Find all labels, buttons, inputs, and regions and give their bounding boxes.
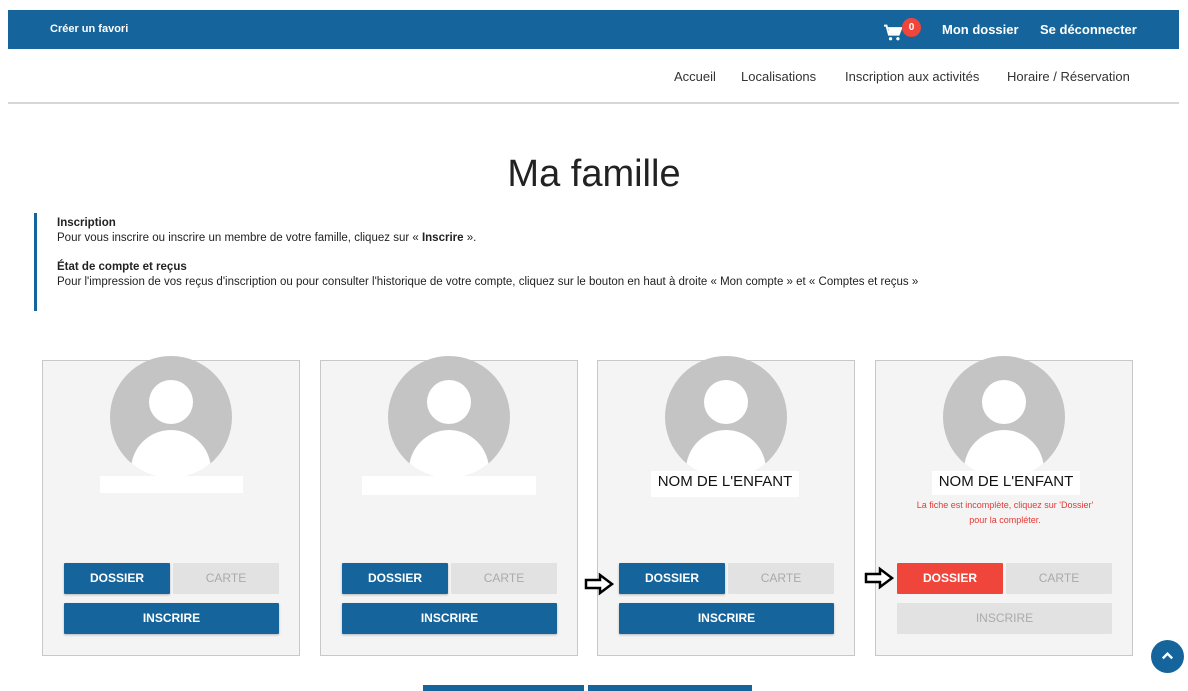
family-member-card: NOM DE L'ENFANT DOSSIER CARTE INSCRIRE <box>597 356 855 656</box>
create-favorite-link[interactable]: Créer un favori <box>50 23 128 35</box>
nav-divider <box>8 102 1179 104</box>
member-name-redacted <box>100 476 243 493</box>
account-heading: État de compte et reçus <box>57 261 187 273</box>
child-name: NOM DE L'ENFANT <box>651 471 799 497</box>
carte-button[interactable]: CARTE <box>728 563 834 594</box>
info-panel: Inscription Pour vous inscrire ou inscri… <box>34 213 1134 311</box>
chevron-up-icon <box>1161 651 1174 660</box>
page-title: Ma famille <box>507 153 681 195</box>
incomplete-warning-line2: pour la compléter. <box>969 515 1041 525</box>
child-name: NOM DE L'ENFANT <box>932 471 1080 495</box>
my-file-link[interactable]: Mon dossier <box>942 22 1019 37</box>
inscrire-button-disabled: INSCRIRE <box>897 603 1112 634</box>
avatar <box>665 356 787 478</box>
nav-schedule-reservation[interactable]: Horaire / Réservation <box>1007 69 1130 84</box>
avatar <box>943 356 1065 478</box>
top-bar: Créer un favori 0 Mon dossier Se déconne… <box>8 10 1179 49</box>
arrow-right-icon <box>864 566 894 590</box>
carte-button[interactable]: CARTE <box>1006 563 1112 594</box>
dossier-button[interactable]: DOSSIER <box>64 563 170 594</box>
logout-link[interactable]: Se déconnecter <box>1040 22 1137 37</box>
registration-text: Pour vous inscrire ou inscrire un membre… <box>57 232 1134 244</box>
avatar <box>388 356 510 478</box>
nav-activity-registration[interactable]: Inscription aux activités <box>845 69 979 84</box>
bottom-action-button[interactable] <box>588 685 752 691</box>
carte-button[interactable]: CARTE <box>173 563 279 594</box>
carte-button[interactable]: CARTE <box>451 563 557 594</box>
inscrire-button[interactable]: INSCRIRE <box>619 603 834 634</box>
nav-locations[interactable]: Localisations <box>741 69 816 84</box>
registration-text-post: ». <box>463 232 477 244</box>
inscrire-button[interactable]: INSCRIRE <box>342 603 557 634</box>
registration-text-pre: Pour vous inscrire ou inscrire un membre… <box>57 232 422 244</box>
cart-button[interactable]: 0 <box>883 18 923 44</box>
cart-icon <box>884 24 903 41</box>
incomplete-warning-line1: La fiche est incomplète, cliquez sur 'Do… <box>916 500 1094 510</box>
scroll-to-top-button[interactable] <box>1151 640 1184 673</box>
nav-home[interactable]: Accueil <box>674 69 716 84</box>
family-member-card: DOSSIER CARTE INSCRIRE <box>320 356 578 656</box>
family-member-card: NOM DE L'ENFANT La fiche est incomplète,… <box>875 356 1133 656</box>
member-name-redacted <box>362 476 536 495</box>
arrow-right-icon <box>584 572 614 596</box>
dossier-button[interactable]: DOSSIER <box>619 563 725 594</box>
bottom-action-button[interactable] <box>423 685 584 691</box>
dossier-button[interactable]: DOSSIER <box>342 563 448 594</box>
inscrire-button[interactable]: INSCRIRE <box>64 603 279 634</box>
account-text: Pour l'impression de vos reçus d'inscrip… <box>57 276 919 288</box>
cart-count-badge: 0 <box>902 18 921 37</box>
dossier-button[interactable]: DOSSIER <box>897 563 1003 594</box>
family-member-card: DOSSIER CARTE INSCRIRE <box>42 356 300 656</box>
avatar <box>110 356 232 478</box>
registration-heading: Inscription <box>57 217 116 229</box>
registration-text-bold: Inscrire <box>421 232 464 244</box>
